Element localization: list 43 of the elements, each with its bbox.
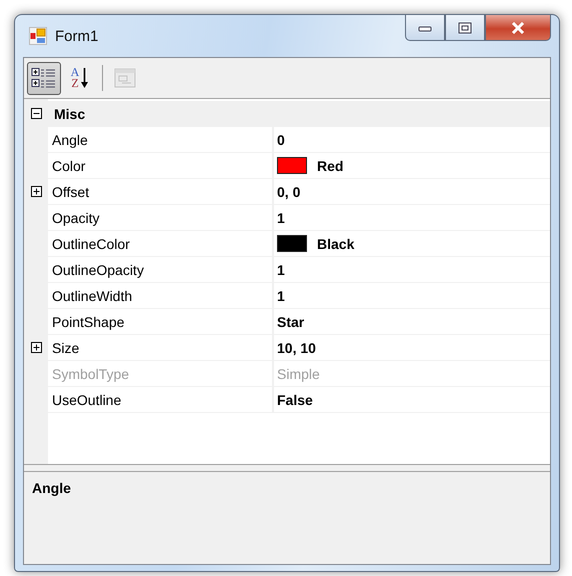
property-value[interactable]: 10, 10	[277, 340, 316, 356]
property-value[interactable]: False	[277, 392, 313, 408]
property-name: Opacity	[52, 210, 100, 226]
expand-toggle[interactable]	[30, 186, 42, 197]
property-value[interactable]: 1	[277, 288, 285, 304]
property-name: OutlineColor	[52, 236, 130, 252]
property-name: OutlineOpacity	[52, 262, 144, 278]
close-icon	[510, 22, 526, 34]
minimize-icon	[418, 24, 432, 32]
down-arrow-icon	[80, 67, 90, 89]
property-value[interactable]: 1	[277, 262, 285, 278]
maximize-button[interactable]	[445, 14, 485, 41]
collapse-toggle[interactable]	[30, 108, 42, 119]
categorized-button[interactable]	[27, 62, 61, 94]
alphabetical-button[interactable]: A Z	[64, 62, 96, 94]
minimize-button[interactable]	[405, 14, 445, 41]
property-pages-icon	[114, 68, 136, 88]
property-name: UseOutline	[52, 392, 122, 408]
property-value[interactable]: 1	[277, 210, 285, 226]
description-title: Angle	[32, 480, 71, 496]
property-value[interactable]: Black	[317, 236, 354, 252]
property-name: OutlineWidth	[52, 288, 132, 304]
property-name: PointShape	[52, 314, 124, 330]
plus-icon	[30, 186, 42, 197]
property-name: Offset	[52, 184, 90, 200]
plus-icon	[30, 342, 42, 353]
categorized-icon	[31, 67, 57, 89]
app-icon	[29, 27, 47, 45]
property-value[interactable]: Star	[277, 314, 304, 330]
property-value[interactable]: 0	[277, 132, 285, 148]
minus-icon	[30, 108, 42, 119]
property-name: Color	[52, 158, 86, 174]
property-name: Angle	[52, 132, 88, 148]
close-button[interactable]	[485, 14, 551, 41]
property-value[interactable]: Red	[317, 158, 344, 174]
window-title: Form1	[55, 28, 98, 44]
expand-toggle[interactable]	[30, 342, 42, 353]
property-name: Size	[52, 340, 80, 356]
sort-letters: A Z	[70, 67, 80, 89]
category-name: Misc	[53, 104, 86, 124]
property-value[interactable]: 0, 0	[277, 184, 300, 200]
property-name: SymbolType	[52, 366, 130, 382]
maximize-icon	[458, 22, 472, 34]
